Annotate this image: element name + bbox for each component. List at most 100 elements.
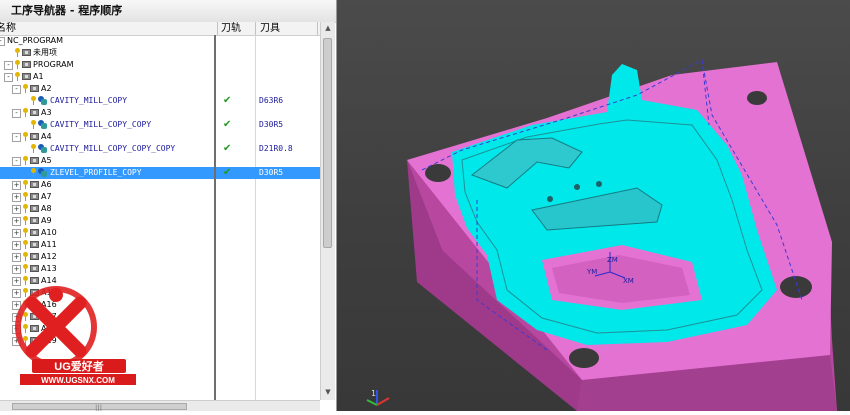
expand-icon[interactable]: + bbox=[12, 241, 21, 250]
mold-model-view[interactable]: ZM YM XM 1 bbox=[337, 0, 850, 411]
tree-row[interactable]: 未用项 bbox=[0, 47, 320, 59]
tree-row[interactable]: - A2 bbox=[0, 83, 320, 95]
tree-row[interactable]: - A3 bbox=[0, 107, 320, 119]
collapse-icon[interactable]: - bbox=[12, 109, 21, 118]
ugsnx-watermark-logo: UG爱好者 WWW.UGSNX.COM bbox=[15, 286, 136, 385]
collapse-icon[interactable]: - bbox=[12, 157, 21, 166]
tree-row[interactable]: + A11 bbox=[0, 239, 320, 251]
row-label: A3 bbox=[41, 108, 52, 117]
key-status-icon bbox=[31, 144, 36, 153]
row-label: A12 bbox=[41, 252, 57, 261]
operation-navigator: 工序导航器 - 程序顺序 名称 刀轨 刀具 刀 -NC_PROGRAM未用项-P… bbox=[0, 0, 337, 411]
operation-icon bbox=[38, 96, 47, 105]
row-label: A7 bbox=[41, 192, 52, 201]
expand-icon[interactable]: + bbox=[12, 193, 21, 202]
toolpath-status-check-icon: ✔ bbox=[223, 119, 232, 130]
tree-row[interactable]: -NC_PROGRAM bbox=[0, 35, 320, 47]
tree-column-separator bbox=[214, 35, 216, 400]
key-status-icon bbox=[23, 132, 28, 141]
tool-name: D63R6 bbox=[259, 96, 284, 105]
tree-row[interactable]: + A9 bbox=[0, 215, 320, 227]
row-label: 未用项 bbox=[33, 48, 57, 57]
column-name[interactable]: 名称 bbox=[0, 22, 16, 35]
expand-icon[interactable]: + bbox=[12, 229, 21, 238]
operation-icon bbox=[38, 144, 47, 153]
column-tool[interactable]: 刀具 bbox=[260, 22, 280, 35]
key-status-icon bbox=[23, 252, 28, 261]
horizontal-scrollbar[interactable]: ||| bbox=[0, 400, 320, 411]
tree-row[interactable]: - A1 bbox=[0, 71, 320, 83]
tree-row[interactable]: - A5 bbox=[0, 155, 320, 167]
row-label: CAVITY_MILL_COPY_COPY_COPY bbox=[50, 144, 176, 153]
row-label: NC_PROGRAM bbox=[7, 36, 64, 45]
graphics-viewport[interactable]: ZM YM XM 1 bbox=[337, 0, 850, 411]
column-divider[interactable] bbox=[317, 22, 318, 35]
row-label: A9 bbox=[41, 216, 52, 225]
pin-hole bbox=[574, 184, 580, 190]
expand-icon[interactable]: + bbox=[12, 181, 21, 190]
tree-row[interactable]: - A4 bbox=[0, 131, 320, 143]
key-status-icon bbox=[31, 120, 36, 129]
column-divider[interactable] bbox=[217, 22, 218, 35]
horizontal-scroll-thumb[interactable]: ||| bbox=[12, 403, 187, 411]
expand-icon[interactable]: + bbox=[12, 253, 21, 262]
corner-hole bbox=[569, 348, 599, 368]
key-status-icon bbox=[23, 84, 28, 93]
operation-row[interactable]: CAVITY_MILL_COPY_COPY_COPY ✔ D21R0.8 bbox=[0, 143, 320, 155]
operation-row[interactable]: CAVITY_MILL_COPY ✔ D63R6 bbox=[0, 95, 320, 107]
toolpath-status-check-icon: ✔ bbox=[223, 95, 232, 106]
row-label: A2 bbox=[41, 84, 52, 93]
tool-name: D21R0.8 bbox=[259, 144, 293, 153]
vertical-scrollbar[interactable]: ▲ ▼ bbox=[320, 22, 335, 400]
tree-row[interactable]: + A8 bbox=[0, 203, 320, 215]
scroll-down-icon[interactable]: ▼ bbox=[323, 386, 333, 398]
column-header: 名称 刀轨 刀具 刀 bbox=[0, 22, 330, 36]
operation-icon bbox=[38, 120, 47, 129]
key-status-icon bbox=[31, 96, 36, 105]
collapse-icon[interactable]: - bbox=[12, 133, 21, 142]
program-group-icon bbox=[30, 193, 39, 200]
row-label: PROGRAM bbox=[33, 60, 74, 69]
program-group-icon bbox=[30, 157, 39, 164]
program-group-icon bbox=[30, 265, 39, 272]
logo-head-icon bbox=[49, 288, 63, 302]
row-label: CAVITY_MILL_COPY_COPY bbox=[50, 120, 152, 129]
program-group-icon bbox=[30, 109, 39, 116]
row-label: A11 bbox=[41, 240, 57, 249]
expand-icon[interactable]: + bbox=[12, 205, 21, 214]
row-label: A4 bbox=[41, 132, 52, 141]
operation-row[interactable]: CAVITY_MILL_COPY_COPY ✔ D30R5 bbox=[0, 119, 320, 131]
grip-icon: ||| bbox=[95, 404, 103, 411]
program-group-icon bbox=[30, 253, 39, 260]
tree-row[interactable]: - PROGRAM bbox=[0, 59, 320, 71]
key-status-icon bbox=[23, 264, 28, 273]
toolpath-status-check-icon: ✔ bbox=[223, 143, 232, 154]
triad-corner-label: 1 bbox=[371, 389, 376, 398]
collapse-icon[interactable]: - bbox=[4, 61, 13, 70]
pin-hole bbox=[596, 181, 602, 187]
navigator-title: 工序导航器 - 程序顺序 bbox=[0, 0, 336, 23]
tree-row[interactable]: + A6 bbox=[0, 179, 320, 191]
operation-row[interactable]: ZLEVEL_PROFILE_COPY ✔ D30R5 bbox=[0, 167, 320, 179]
tool-name: D30R5 bbox=[259, 168, 284, 177]
triad-x-icon bbox=[376, 397, 390, 406]
tree-row[interactable]: + A13 bbox=[0, 263, 320, 275]
logo-brand-text: UG爱好者 bbox=[54, 359, 104, 373]
tree-row[interactable]: + A12 bbox=[0, 251, 320, 263]
collapse-icon[interactable]: - bbox=[12, 85, 21, 94]
tree-row[interactable]: + A7 bbox=[0, 191, 320, 203]
vertical-scroll-thumb[interactable] bbox=[323, 38, 332, 248]
tree-row[interactable]: + A10 bbox=[0, 227, 320, 239]
column-toolpath[interactable]: 刀轨 bbox=[221, 22, 241, 35]
program-group-icon bbox=[30, 85, 39, 92]
key-status-icon bbox=[23, 180, 28, 189]
collapse-icon[interactable]: - bbox=[4, 73, 13, 82]
expand-icon[interactable]: + bbox=[12, 217, 21, 226]
key-status-icon bbox=[23, 156, 28, 165]
expand-icon[interactable]: + bbox=[12, 265, 21, 274]
column-divider[interactable] bbox=[255, 22, 256, 35]
program-group-icon bbox=[22, 49, 31, 56]
scroll-up-icon[interactable]: ▲ bbox=[323, 22, 333, 34]
collapse-icon[interactable]: - bbox=[0, 37, 5, 46]
program-group-icon bbox=[30, 229, 39, 236]
